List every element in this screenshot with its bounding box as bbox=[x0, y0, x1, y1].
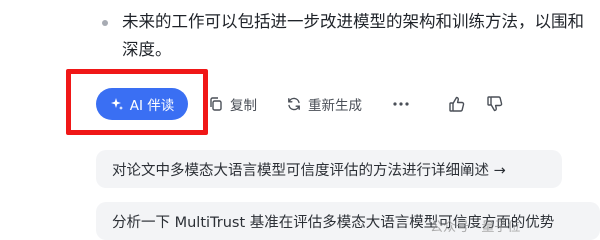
annotation-highlight-box bbox=[66, 69, 208, 135]
refresh-icon bbox=[286, 96, 302, 112]
more-button[interactable] bbox=[392, 92, 410, 116]
copy-icon bbox=[208, 96, 224, 112]
suggestion-chip[interactable]: 对论文中多模态大语言模型可信度评估的方法进行详细阐述 → bbox=[96, 150, 562, 188]
like-button[interactable] bbox=[448, 92, 466, 116]
dislike-button[interactable] bbox=[486, 92, 504, 116]
regenerate-button[interactable]: 重新生成 bbox=[286, 92, 362, 116]
copy-button[interactable]: 复制 bbox=[208, 92, 257, 116]
suggestion-chip[interactable]: 分析一下 MultiTrust 基准在评估多模态大语言模型可信度方面的优势 bbox=[96, 202, 600, 240]
bullet-text: 未来的工作可以包括进一步改进模型的架构和训练方法，以围和深度。 bbox=[122, 12, 584, 59]
thumbs-up-icon bbox=[448, 95, 466, 113]
bullet-dot-icon bbox=[102, 20, 108, 26]
thumbs-down-icon bbox=[486, 95, 504, 113]
copy-label: 复制 bbox=[230, 98, 257, 114]
watermark: 公众号 · 量子位 bbox=[430, 216, 520, 235]
suggestion-text: 对论文中多模态大语言模型可信度评估的方法进行详细阐述 → bbox=[112, 162, 506, 179]
watermark-text: 公众号 · 量子位 bbox=[430, 220, 521, 235]
regenerate-label: 重新生成 bbox=[308, 98, 362, 114]
more-dots-icon bbox=[392, 96, 410, 112]
